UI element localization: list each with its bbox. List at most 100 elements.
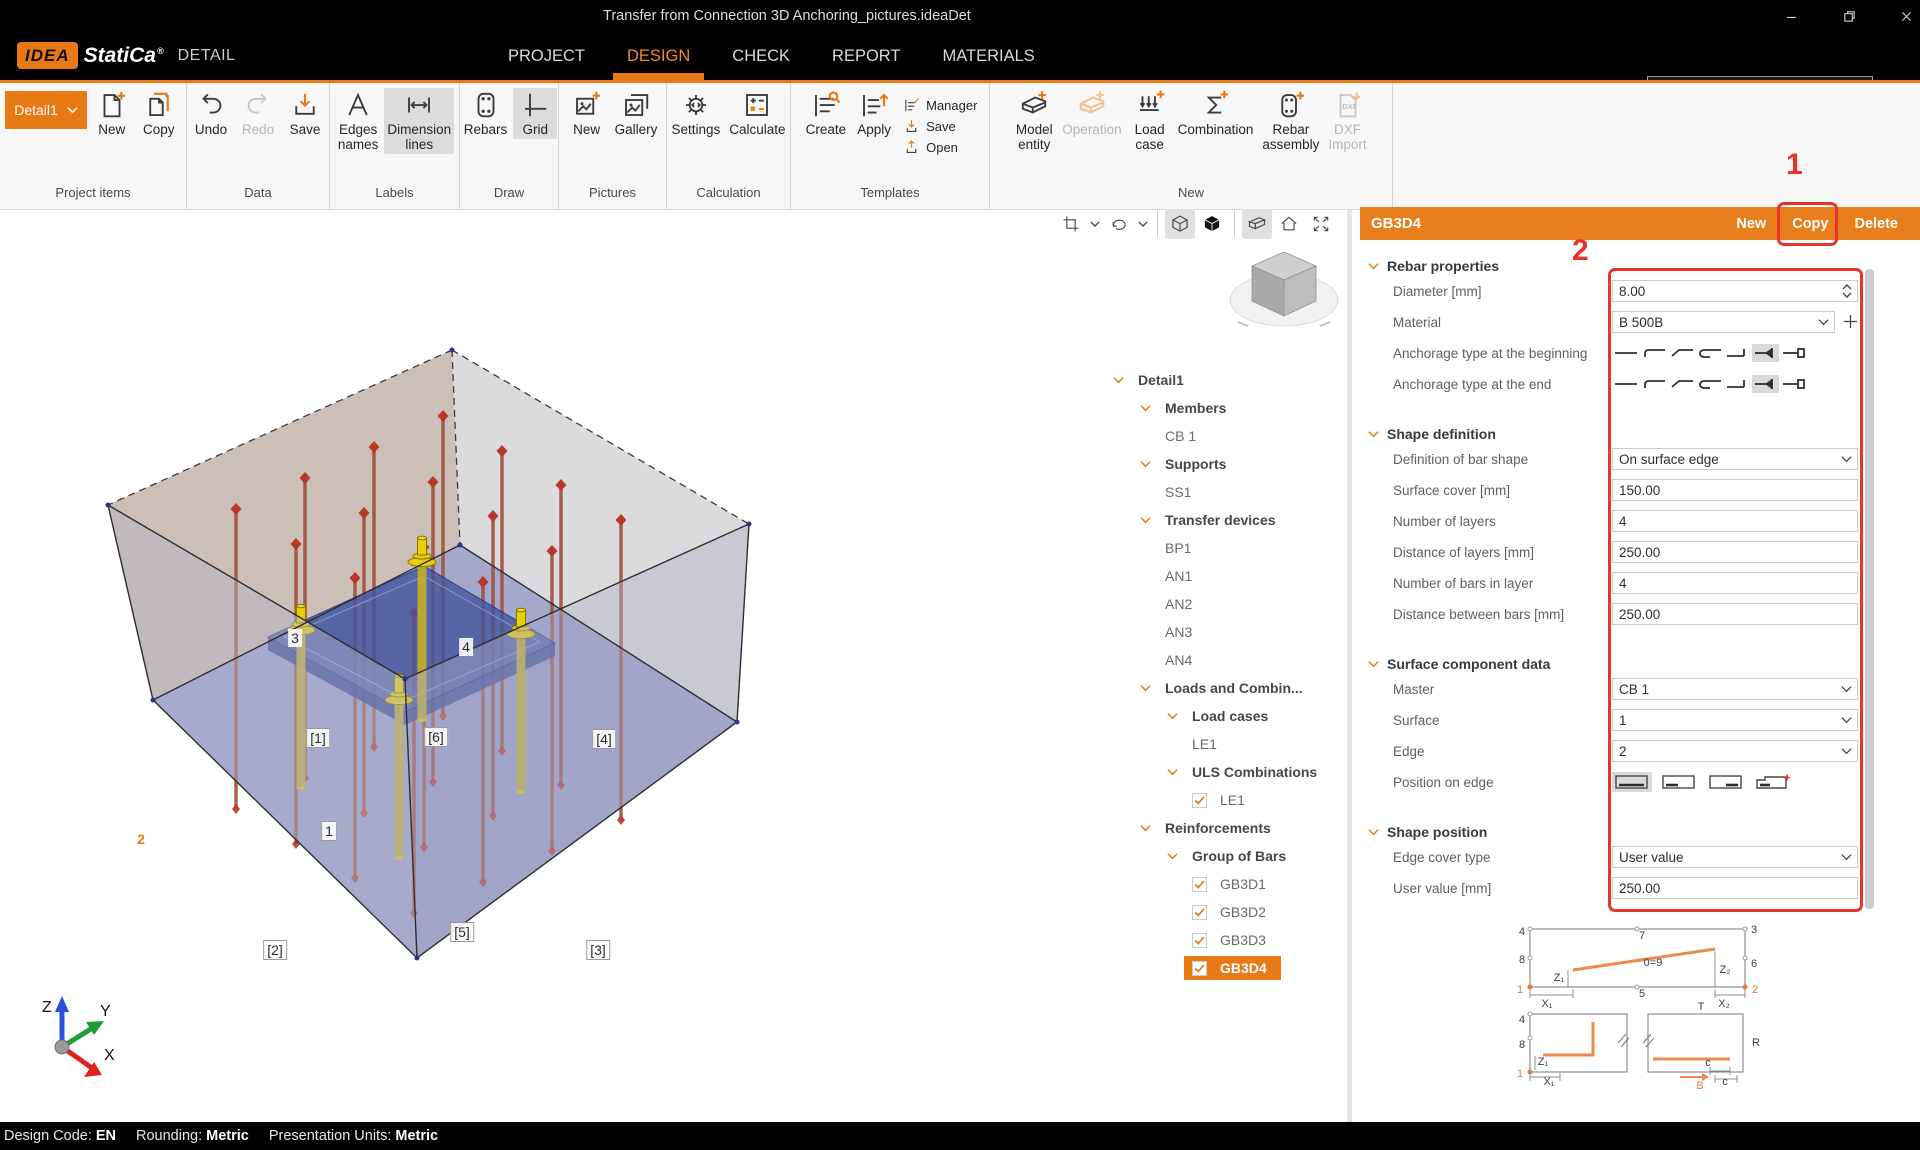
- save-button[interactable]: Save: [283, 88, 327, 139]
- tree-item-gb3d3[interactable]: GB3D3: [1111, 926, 1345, 954]
- template-create-button[interactable]: Create: [803, 88, 850, 139]
- restore-button[interactable]: [1831, 3, 1867, 30]
- svg-text:X₁: X₁: [1543, 1076, 1554, 1088]
- tree-item-group-of-bars[interactable]: Group of Bars: [1111, 842, 1345, 870]
- svg-text:1: 1: [1517, 984, 1523, 996]
- tree-item-an4[interactable]: AN4: [1111, 646, 1345, 674]
- rebars-button[interactable]: Rebars: [461, 88, 511, 139]
- minimize-button[interactable]: [1773, 3, 1809, 30]
- tree-item-cb-1[interactable]: CB 1: [1111, 422, 1345, 450]
- chevron-down-icon[interactable]: [1167, 852, 1192, 860]
- tree-item-bp1[interactable]: BP1: [1111, 534, 1345, 562]
- panel-new-button[interactable]: New: [1736, 216, 1766, 232]
- chevron-down-icon[interactable]: [1140, 824, 1165, 832]
- svg-text:Z: Z: [42, 999, 52, 1016]
- tab-check[interactable]: CHECK: [730, 33, 792, 80]
- tree-item-gb3d4[interactable]: GB3D4: [1111, 954, 1345, 982]
- svg-text:X₂: X₂: [1718, 998, 1730, 1010]
- tree-item-ss1[interactable]: SS1: [1111, 478, 1345, 506]
- settings-button[interactable]: Settings: [668, 88, 723, 139]
- chevron-down-icon[interactable]: [1167, 768, 1192, 776]
- ribbon-group-label: Templates: [791, 185, 989, 209]
- panel-divider: [1347, 210, 1352, 1122]
- new-project-item-button[interactable]: New: [90, 88, 134, 139]
- checkbox[interactable]: [1192, 877, 1207, 892]
- checkbox[interactable]: [1192, 961, 1207, 976]
- new-model-entity-button[interactable]: Modelentity: [1012, 88, 1056, 154]
- grid-button[interactable]: Grid: [513, 88, 557, 139]
- box3d-icon: [1019, 90, 1049, 120]
- checkbox[interactable]: [1192, 933, 1207, 948]
- tree-item-an2[interactable]: AN2: [1111, 590, 1345, 618]
- new-load-case-button[interactable]: Loadcase: [1128, 88, 1172, 154]
- sigma-icon: [1200, 90, 1230, 120]
- tree-item-transfer-devices[interactable]: Transfer devices: [1111, 506, 1345, 534]
- chevron-down-icon[interactable]: [1140, 404, 1165, 412]
- chevron-down-icon[interactable]: [1113, 376, 1138, 384]
- edges-names-button[interactable]: Edgesnames: [335, 88, 382, 154]
- navigation-cube[interactable]: [1230, 252, 1338, 326]
- gallery-button[interactable]: Gallery: [612, 88, 661, 139]
- undo-button[interactable]: Undo: [189, 88, 233, 139]
- ribbon-group-new: ModelentityOperationLoadcaseCombinationR…: [990, 83, 1393, 209]
- checkbox[interactable]: [1192, 905, 1207, 920]
- title-bar: Transfer from Connection 3D Anchoring_pi…: [0, 0, 1920, 33]
- chevron-down-icon[interactable]: [1140, 460, 1165, 468]
- tree-item-le1[interactable]: LE1: [1111, 730, 1345, 758]
- tree-item-uls-combinations[interactable]: ULS Combinations: [1111, 758, 1345, 786]
- tab-report[interactable]: REPORT: [830, 33, 902, 80]
- panel-delete-button[interactable]: Delete: [1854, 216, 1898, 232]
- doc-new-icon: [97, 90, 127, 120]
- close-button[interactable]: [1888, 3, 1920, 30]
- chevron-down-icon: [1368, 262, 1379, 270]
- annotation-step-1: 1: [1786, 148, 1803, 182]
- new-combination-button[interactable]: Combination: [1175, 88, 1257, 139]
- tree-item-supports[interactable]: Supports: [1111, 450, 1345, 478]
- pic-new-icon: [572, 90, 602, 120]
- tree-item-an1[interactable]: AN1: [1111, 562, 1345, 590]
- axis-triad: Z Y X: [42, 996, 115, 1077]
- tree-item-loads-and-combin[interactable]: Loads and Combin...: [1111, 674, 1345, 702]
- tree-item-gb3d2[interactable]: GB3D2: [1111, 898, 1345, 926]
- tab-materials[interactable]: MATERIALS: [941, 33, 1037, 80]
- chevron-down-icon[interactable]: [1167, 712, 1192, 720]
- tree-item-detail1[interactable]: Detail1: [1111, 366, 1345, 394]
- calculate-button[interactable]: Calculate: [726, 88, 788, 139]
- copy-project-item-button[interactable]: Copy: [137, 88, 181, 139]
- undo-icon: [196, 90, 226, 120]
- tmpl-create-icon: [811, 90, 841, 120]
- tab-desi-gn[interactable]: DESIGN: [625, 33, 692, 80]
- tab-project[interactable]: PROJECT: [506, 33, 587, 80]
- svg-text:X: X: [104, 1047, 115, 1064]
- ribbon-group-label: Draw: [460, 185, 558, 209]
- tree-item-members[interactable]: Members: [1111, 394, 1345, 422]
- svg-text:DXF: DXF: [1342, 102, 1357, 111]
- tree-item-le1[interactable]: LE1: [1111, 786, 1345, 814]
- template-save-button[interactable]: Save: [903, 118, 977, 135]
- ribbon-group-templates: CreateApply Manager Save Open Templates: [791, 83, 990, 209]
- selected-tree-item[interactable]: GB3D4: [1184, 956, 1281, 980]
- new-rebar-assembly-button[interactable]: Rebarassembly: [1259, 88, 1322, 154]
- ribbon-group-label: Data: [187, 185, 329, 209]
- template-manager-button[interactable]: Manager: [903, 97, 977, 114]
- ribbon: Detail1NewCopyProject itemsUndoRedoSaveD…: [0, 80, 1920, 210]
- tree-item-an3[interactable]: AN3: [1111, 618, 1345, 646]
- panel-scrollbar[interactable]: [1865, 269, 1874, 909]
- box3d-light-icon: [1077, 90, 1107, 120]
- detail-scope-dropdown[interactable]: Detail1: [5, 91, 87, 129]
- chevron-down-icon[interactable]: [1140, 684, 1165, 692]
- template-open-button[interactable]: Open: [903, 139, 977, 156]
- tree-item-gb3d1[interactable]: GB3D1: [1111, 870, 1345, 898]
- dimension-lines-button[interactable]: Dimensionlines: [384, 88, 454, 154]
- grid-icon: [520, 90, 550, 120]
- template-apply-button[interactable]: Apply: [852, 88, 896, 139]
- tree-item-load-cases[interactable]: Load cases: [1111, 702, 1345, 730]
- picture-new-button[interactable]: New: [565, 88, 609, 139]
- chevron-down-icon: [1368, 828, 1379, 836]
- checkbox[interactable]: [1192, 793, 1207, 808]
- svg-text:7: 7: [1639, 930, 1645, 942]
- tray-open-icon: [903, 139, 920, 156]
- doc-copy-icon: [144, 90, 174, 120]
- chevron-down-icon[interactable]: [1140, 516, 1165, 524]
- tree-item-reinforcements[interactable]: Reinforcements: [1111, 814, 1345, 842]
